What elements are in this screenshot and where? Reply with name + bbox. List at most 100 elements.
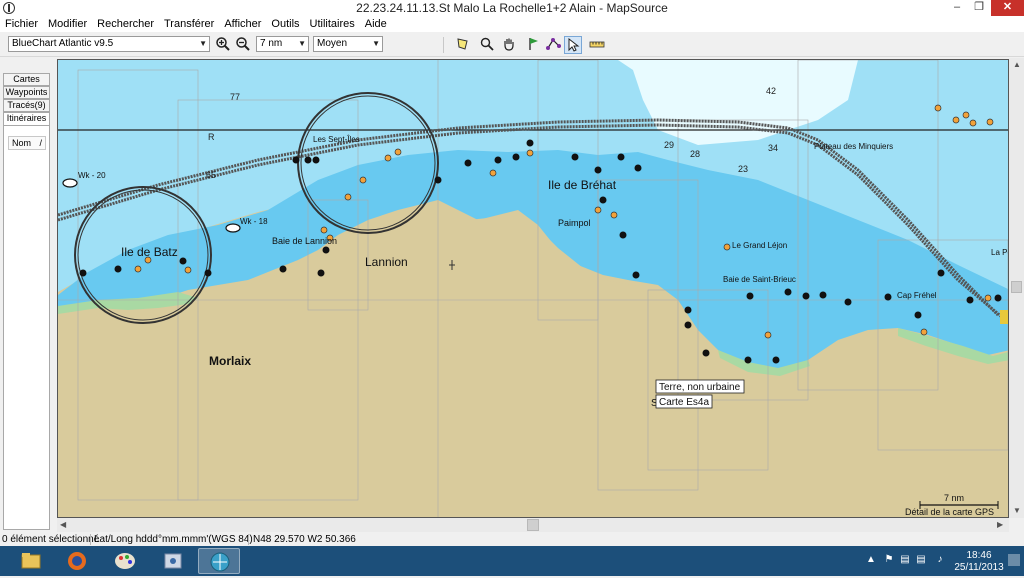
scale-bar-caption: Détail de la carte GPS	[905, 507, 994, 517]
column-header-nom[interactable]: Nom /	[8, 136, 46, 150]
tooltip-line2: Carte Es4a	[659, 397, 709, 408]
depth-label: 42	[766, 86, 776, 96]
place-plateau-des-minquiers: Plateau des Minquiers	[814, 142, 893, 151]
menu-outils[interactable]: Outils	[266, 16, 304, 32]
map-product-select[interactable]: BlueChart Atlantic v9.5 ▼	[8, 36, 210, 52]
volume-icon[interactable]: ♪	[935, 555, 945, 565]
vertical-scrollbar[interactable]: ▲ ▼	[1009, 58, 1024, 518]
menu-transferer[interactable]: Transférer	[159, 16, 219, 32]
status-separator	[248, 534, 249, 545]
title-bar: 22.23.24.11.13.St Malo La Rochelle1+2 Al…	[0, 0, 1024, 16]
place-cap-frehel: Cap Fréhel	[897, 291, 937, 300]
place-baie-de-lannion: Baie de Lannion	[272, 236, 337, 246]
zoom-in-icon[interactable]	[214, 36, 232, 54]
chevron-down-icon: ▼	[199, 39, 207, 48]
tab-cartes[interactable]: Cartes	[3, 73, 50, 86]
zoom-tool-icon[interactable]	[478, 36, 496, 54]
paint-icon[interactable]	[104, 548, 146, 574]
place-ile-de-brehat: Ile de Bréhat	[548, 178, 617, 192]
place-ile-de-batz: Ile de Batz	[121, 245, 178, 259]
horizontal-scroll-thumb[interactable]	[527, 519, 539, 531]
toolbar: BlueChart Atlantic v9.5 ▼ 7 nm ▼ Moyen ▼	[0, 33, 1024, 57]
zoom-scale-select[interactable]: 7 nm ▼	[256, 36, 309, 52]
wreck-icon	[225, 223, 241, 233]
scroll-right-icon[interactable]: ▶	[997, 520, 1003, 529]
sort-icon: /	[39, 138, 42, 148]
mapsource-icon[interactable]	[198, 548, 240, 574]
pointer-icon[interactable]	[564, 36, 582, 54]
chevron-down-icon: ▼	[298, 39, 306, 48]
menu-fichier[interactable]: Fichier	[0, 16, 43, 32]
menu-bar: Fichier Modifier Rechercher Transférer A…	[0, 16, 1024, 32]
status-separator	[90, 534, 91, 545]
depth-label: 65	[206, 170, 216, 180]
tooltip-line1: Terre, non urbaine	[659, 382, 741, 393]
flag-icon[interactable]: ⚑	[884, 555, 894, 565]
left-panel: Cartes Waypoints Tracés(9) Itinéraires N…	[0, 57, 57, 533]
tab-waypoints[interactable]: Waypoints	[3, 86, 50, 99]
tab-traces[interactable]: Tracés(9)	[3, 99, 50, 112]
status-selection: 0 élément sélectionné	[2, 534, 100, 545]
horizontal-scrollbar[interactable]: ◀ ▶	[57, 518, 1009, 532]
depth-label: 28	[690, 149, 700, 159]
place-baie-de-saint-brieuc: Baie de Saint-Brieuc	[723, 275, 796, 284]
place-le-grand-lejon: Le Grand Léjon	[732, 241, 787, 250]
menu-modifier[interactable]: Modifier	[43, 16, 92, 32]
depth-label: 29	[664, 140, 674, 150]
place-paimpol: Paimpol	[558, 218, 591, 228]
network-icon[interactable]: ▤	[900, 555, 910, 565]
wreck-icon	[62, 178, 78, 188]
chevron-up-icon[interactable]: ▲	[866, 555, 876, 565]
file-explorer-icon[interactable]	[10, 548, 52, 574]
measure-icon[interactable]	[588, 36, 606, 54]
depth-label: R	[208, 132, 215, 142]
wreck-label-18: Wk - 18	[240, 217, 268, 226]
status-bar: 0 élément sélectionné Lat/Long hddd°mm.m…	[0, 533, 1024, 546]
wreck-label-20: Wk - 20	[78, 171, 106, 180]
toolbar-separator	[443, 37, 444, 53]
menu-afficher[interactable]: Afficher	[219, 16, 266, 32]
menu-aide[interactable]: Aide	[360, 16, 392, 32]
restore-button[interactable]: ❐	[966, 0, 992, 16]
route-tool-icon[interactable]	[545, 36, 563, 54]
status-format: Lat/Long hddd°mm.mmm'(WGS 84)	[94, 534, 253, 545]
waypoint-flag-icon[interactable]	[525, 36, 543, 54]
menu-utilitaires[interactable]: Utilitaires	[305, 16, 360, 32]
detail-level-value: Moyen	[317, 38, 348, 49]
scale-bar-label: 7 nm	[944, 493, 964, 503]
zoom-scale-value: 7 nm	[260, 38, 283, 49]
scroll-up-icon[interactable]: ▲	[1013, 60, 1021, 69]
clock[interactable]: 18:46 25/11/2013	[954, 550, 1004, 574]
map-view[interactable]: 77 42 R 65 29 28 34 23 Ile de Batz Lanni…	[57, 59, 1009, 518]
select-map-icon[interactable]	[454, 36, 472, 54]
network-icon[interactable]: ▤	[916, 555, 926, 565]
clock-time: 18:46	[966, 550, 992, 561]
close-button[interactable]: ✕	[991, 0, 1024, 16]
taskbar: ▲ ⚑ ▤ ▤ ♪ 18:46 25/11/2013	[0, 546, 1024, 576]
window-title: 22.23.24.11.13.St Malo La Rochelle1+2 Al…	[356, 1, 668, 15]
tab-itineraires[interactable]: Itinéraires	[3, 112, 50, 125]
scroll-left-icon[interactable]: ◀	[60, 520, 66, 529]
column-header-label: Nom	[12, 138, 32, 148]
zoom-out-icon[interactable]	[234, 36, 252, 54]
place-la-pe: La Pe	[991, 248, 1009, 257]
depth-label: 77	[230, 92, 240, 102]
place-sept-iles: Les Sept-Îles	[313, 135, 360, 144]
menu-rechercher[interactable]: Rechercher	[92, 16, 159, 32]
vertical-scroll-thumb[interactable]	[1011, 281, 1022, 293]
place-lannion: Lannion	[365, 255, 408, 269]
place-morlaix: Morlaix	[209, 354, 251, 368]
chevron-down-icon: ▼	[372, 39, 380, 48]
detail-level-select[interactable]: Moyen ▼	[313, 36, 383, 52]
firefox-icon[interactable]	[56, 548, 98, 574]
routes-list[interactable]: Nom /	[3, 125, 50, 530]
nautical-chart[interactable]: 77 42 R 65 29 28 34 23 Ile de Batz Lanni…	[58, 60, 1009, 518]
notification-icon[interactable]	[1008, 554, 1020, 566]
map-product-value: BlueChart Atlantic v9.5	[12, 38, 114, 49]
status-position: N48 29.570 W2 50.366	[253, 534, 356, 545]
hand-pan-icon[interactable]	[500, 36, 518, 54]
media-icon[interactable]	[152, 548, 194, 574]
clock-date: 25/11/2013	[954, 562, 1004, 573]
depth-label: 23	[738, 164, 748, 174]
scroll-down-icon[interactable]: ▼	[1013, 506, 1021, 515]
